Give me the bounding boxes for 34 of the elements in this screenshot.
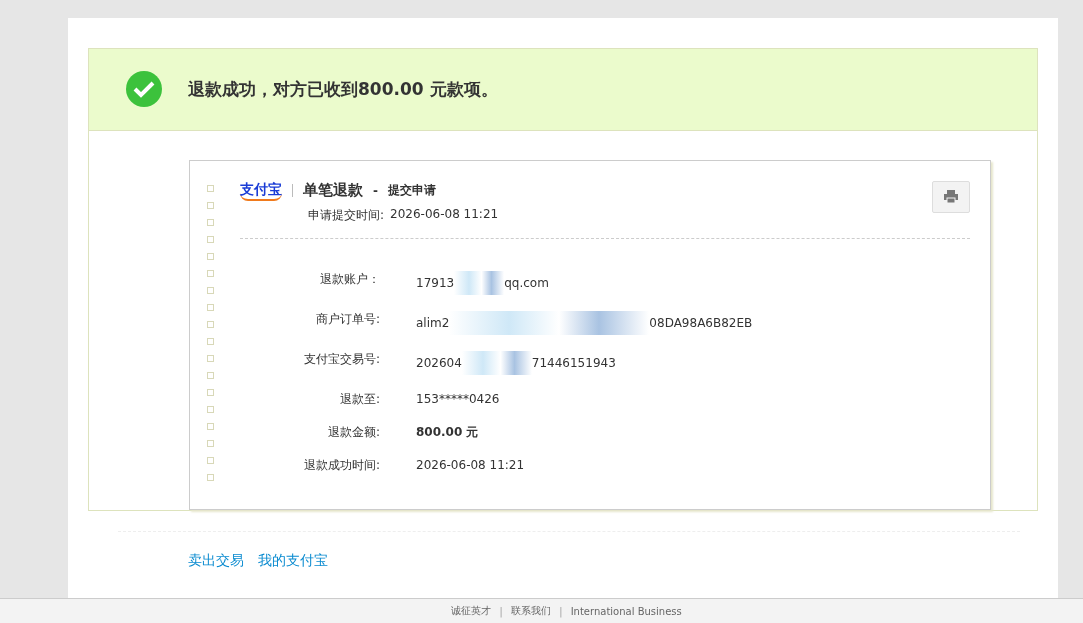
redaction-blur [454, 270, 505, 295]
step-label: 提交申请 [388, 182, 436, 200]
submitted-label: 申请提交时间: [308, 206, 385, 224]
receipt-title: 单笔退款 [303, 181, 363, 201]
check-icon [126, 71, 162, 108]
brand-logo: 支付宝 [240, 180, 282, 201]
redaction-blur [461, 350, 532, 375]
footer-link[interactable]: 诚征英才 [451, 604, 492, 618]
field-value: 08DA98A6B82EB [649, 315, 753, 330]
field-label: 退款成功时间: [302, 456, 380, 474]
field-value: qq.com [504, 275, 549, 290]
nav-link[interactable]: 卖出交易 [188, 552, 244, 570]
print-button[interactable] [932, 180, 970, 213]
footer-link[interactable]: 联系我们 [510, 604, 551, 618]
field-value: 2026-06-08 11:21 [416, 458, 525, 473]
footer-separator: | [557, 604, 564, 618]
field-label: 退款金额: [326, 423, 380, 441]
success-message: 退款成功，对方已收到800.00 元款项。 [188, 77, 498, 101]
field-label: 退款至: [338, 390, 380, 408]
field-label: 商户订单号: [314, 310, 380, 328]
field-value: 17913 [416, 275, 455, 290]
printer-icon [944, 190, 958, 204]
footer-separator: | [498, 604, 504, 618]
field-value: 800.00 元 [416, 423, 479, 441]
field-label: 支付宝交易号: [302, 350, 380, 368]
separator: - [373, 183, 378, 198]
submitted-time: 2026-06-08 11:21 [390, 206, 499, 223]
field-label: 退款账户： [319, 270, 380, 288]
field-value: 153*****0426 [416, 392, 500, 407]
field-value: 71446151943 [531, 355, 616, 370]
field-value: 202604 [416, 355, 462, 370]
footer-link[interactable]: International Business [570, 605, 682, 617]
nav-link[interactable]: 我的支付宝 [258, 552, 328, 570]
field-value: alim2 [416, 315, 450, 330]
